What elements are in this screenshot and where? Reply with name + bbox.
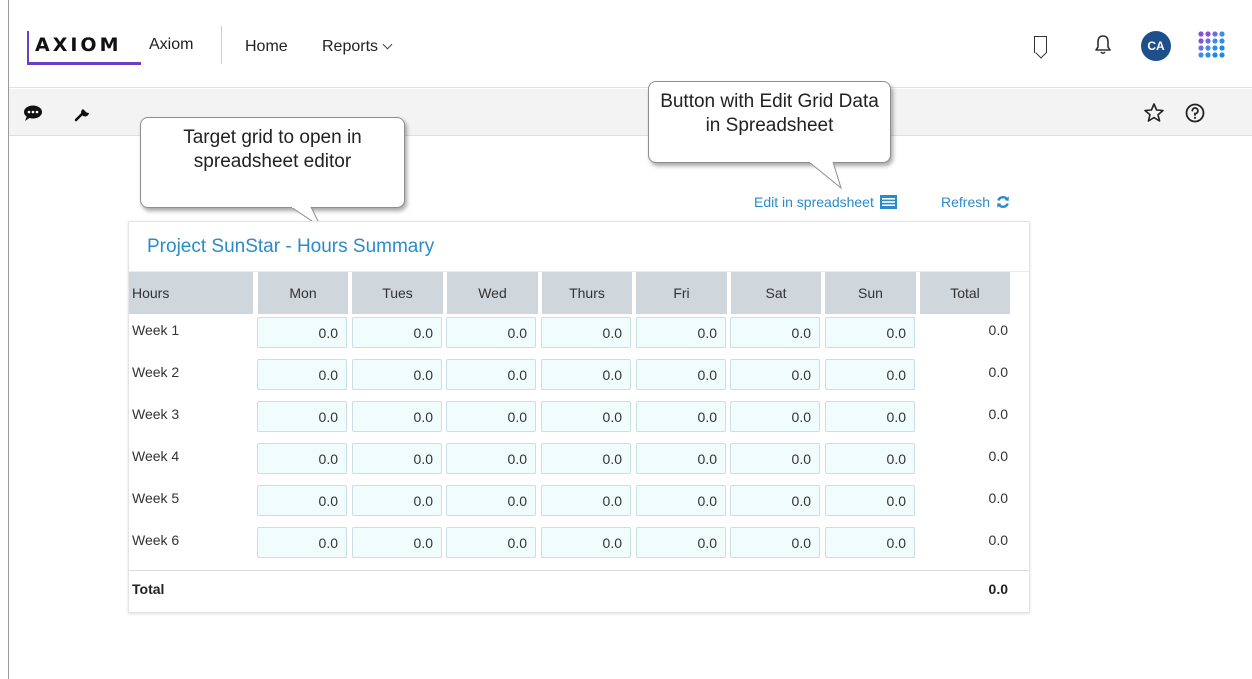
column-header: Mon xyxy=(258,272,348,314)
column-header: Sun xyxy=(825,272,916,314)
nav-reports-menu[interactable]: Reports xyxy=(322,38,393,56)
refresh-button[interactable]: Refresh xyxy=(941,194,1010,210)
hours-cell[interactable]: 0.0 xyxy=(352,485,442,516)
hours-cell[interactable]: 0.0 xyxy=(352,527,442,558)
hours-cell[interactable]: 0.0 xyxy=(446,359,536,390)
hours-cell[interactable]: 0.0 xyxy=(257,527,347,558)
hours-cell[interactable]: 0.0 xyxy=(825,527,915,558)
hours-cell[interactable]: 0.0 xyxy=(541,317,631,348)
bookmark-icon[interactable] xyxy=(1034,36,1047,53)
row-label: Week 3 xyxy=(132,406,180,422)
row-label: Week 4 xyxy=(132,448,180,464)
hours-cell[interactable]: 0.0 xyxy=(446,527,536,558)
hours-cell[interactable]: 0.0 xyxy=(730,317,820,348)
spreadsheet-icon xyxy=(879,195,897,209)
button-callout: Button with Edit Grid Data in Spreadshee… xyxy=(648,81,891,163)
hours-cell[interactable]: 0.0 xyxy=(257,443,347,474)
top-navigation-bar: AXIOM Axiom Home Reports CA xyxy=(9,0,1252,88)
hours-cell[interactable]: 0.0 xyxy=(446,317,536,348)
hours-cell[interactable]: 0.0 xyxy=(352,317,442,348)
axiom-logo[interactable]: AXIOM xyxy=(27,31,141,65)
refresh-label: Refresh xyxy=(941,194,991,210)
hours-cell[interactable]: 0.0 xyxy=(541,359,631,390)
hours-cell[interactable]: 0.0 xyxy=(636,317,726,348)
hours-cell[interactable]: 0.0 xyxy=(446,443,536,474)
refresh-icon xyxy=(996,196,1009,208)
button-callout-pointer xyxy=(809,160,842,190)
row-total: 0.0 xyxy=(988,322,1008,338)
comment-icon[interactable] xyxy=(21,101,45,125)
hours-cell[interactable]: 0.0 xyxy=(636,485,726,516)
footer-grand-total: 0.0 xyxy=(988,581,1008,597)
hours-summary-grid: Project SunStar - Hours Summary Hours Mo… xyxy=(128,221,1030,613)
hours-cell[interactable]: 0.0 xyxy=(730,527,820,558)
hours-cell[interactable]: 0.0 xyxy=(825,485,915,516)
hours-cell[interactable]: 0.0 xyxy=(636,443,726,474)
column-header: Tues xyxy=(352,272,443,314)
row-total: 0.0 xyxy=(988,490,1008,506)
hours-cell[interactable]: 0.0 xyxy=(257,485,347,516)
row-total: 0.0 xyxy=(988,364,1008,380)
star-icon[interactable] xyxy=(1142,101,1166,125)
hours-cell[interactable]: 0.0 xyxy=(352,401,442,432)
logo-text: AXIOM xyxy=(35,34,122,56)
hours-cell[interactable]: 0.0 xyxy=(541,527,631,558)
hours-cell[interactable]: 0.0 xyxy=(541,485,631,516)
hours-cell[interactable]: 0.0 xyxy=(730,401,820,432)
edit-in-spreadsheet-label: Edit in spreadsheet xyxy=(754,194,874,210)
hours-cell[interactable]: 0.0 xyxy=(825,359,915,390)
hours-cell[interactable]: 0.0 xyxy=(541,443,631,474)
edit-in-spreadsheet-button[interactable]: Edit in spreadsheet xyxy=(754,194,897,210)
wrench-icon[interactable] xyxy=(71,101,95,125)
column-header: Hours xyxy=(129,272,253,314)
hours-cell[interactable]: 0.0 xyxy=(352,359,442,390)
help-icon[interactable] xyxy=(1183,101,1207,125)
hours-cell[interactable]: 0.0 xyxy=(257,359,347,390)
bell-icon[interactable] xyxy=(1093,34,1113,56)
hours-cell[interactable]: 0.0 xyxy=(257,401,347,432)
hours-cell[interactable]: 0.0 xyxy=(636,401,726,432)
hours-cell[interactable]: 0.0 xyxy=(446,485,536,516)
row-label: Week 6 xyxy=(132,532,180,548)
chevron-down-icon xyxy=(382,39,393,50)
row-label: Week 2 xyxy=(132,364,180,380)
hours-cell[interactable]: 0.0 xyxy=(541,401,631,432)
hours-cell[interactable]: 0.0 xyxy=(730,443,820,474)
hours-cell[interactable]: 0.0 xyxy=(257,317,347,348)
nav-home-link[interactable]: Home xyxy=(245,38,288,56)
footer-total-label: Total xyxy=(132,581,165,597)
grid-callout: Target grid to open in spreadsheet edito… xyxy=(140,117,405,208)
nav-divider xyxy=(221,26,222,64)
hours-cell[interactable]: 0.0 xyxy=(446,401,536,432)
button-callout-text: Button with Edit Grid Data in Spreadshee… xyxy=(660,91,879,136)
row-total: 0.0 xyxy=(988,532,1008,548)
hours-cell[interactable]: 0.0 xyxy=(352,443,442,474)
hours-cell[interactable]: 0.0 xyxy=(730,359,820,390)
column-header: Fri xyxy=(636,272,727,314)
avatar-initials: CA xyxy=(1147,39,1165,53)
row-label: Week 5 xyxy=(132,490,180,506)
row-label: Week 1 xyxy=(132,322,180,338)
column-header: Wed xyxy=(447,272,538,314)
user-avatar[interactable]: CA xyxy=(1141,31,1171,61)
column-header: Thurs xyxy=(542,272,632,314)
grid-title: Project SunStar - Hours Summary xyxy=(147,236,435,257)
hours-cell[interactable]: 0.0 xyxy=(636,527,726,558)
hours-cell[interactable]: 0.0 xyxy=(636,359,726,390)
hours-cell[interactable]: 0.0 xyxy=(730,485,820,516)
grid-callout-text: Target grid to open in spreadsheet edito… xyxy=(183,127,362,172)
row-total: 0.0 xyxy=(988,406,1008,422)
app-window: AXIOM Axiom Home Reports CA Target grid … xyxy=(8,0,1252,679)
apps-grid-icon[interactable] xyxy=(1196,29,1226,59)
hours-cell[interactable]: 0.0 xyxy=(825,443,915,474)
footer-divider xyxy=(129,570,1029,571)
hours-cell[interactable]: 0.0 xyxy=(825,317,915,348)
nav-reports-label: Reports xyxy=(322,38,379,55)
column-header: Sat xyxy=(731,272,821,314)
app-name: Axiom xyxy=(149,36,194,53)
hours-cell[interactable]: 0.0 xyxy=(825,401,915,432)
row-total: 0.0 xyxy=(988,448,1008,464)
column-header: Total xyxy=(920,272,1010,314)
